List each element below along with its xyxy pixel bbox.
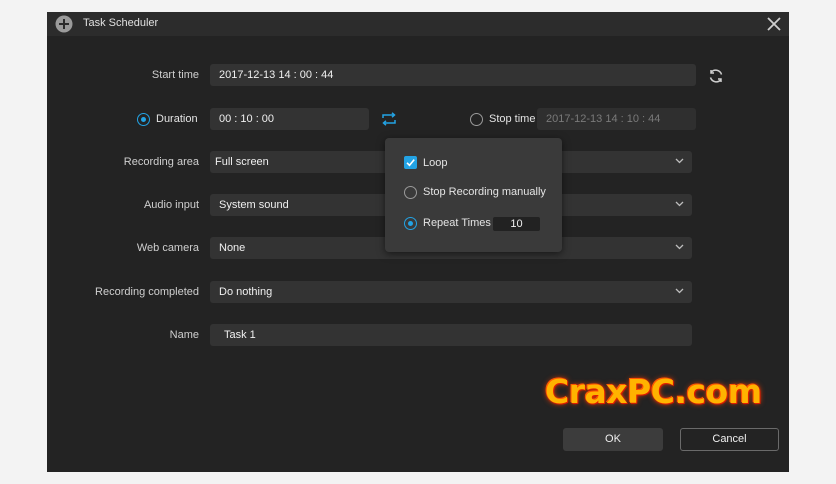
window-title: Task Scheduler <box>83 17 159 29</box>
recording-completed-value: Do nothing <box>219 286 273 298</box>
repeat-times-input[interactable]: 10 <box>493 217 540 231</box>
start-time-field[interactable]: 2017-12-13 14 : 00 : 44 <box>210 64 696 86</box>
web-camera-value: None <box>219 242 246 254</box>
audio-input-value: System sound <box>219 199 289 211</box>
loop-icon[interactable] <box>380 111 398 127</box>
start-time-label: Start time <box>151 69 199 81</box>
stop-manually-radio[interactable] <box>404 186 417 199</box>
duration-value: 00 : 10 : 00 <box>219 113 275 125</box>
recording-completed-label: Recording completed <box>95 286 199 298</box>
checkmark-icon <box>406 159 415 167</box>
loop-options-popup: Loop Stop Recording manually Repeat Time… <box>385 138 562 252</box>
plus-circle-icon <box>55 15 73 33</box>
name-label: Name <box>169 329 199 341</box>
repeat-times-radio[interactable] <box>404 217 417 230</box>
name-field[interactable]: Task 1 <box>210 324 692 346</box>
duration-radio[interactable] <box>137 113 150 126</box>
title-bar: Task Scheduler <box>47 12 789 36</box>
recording-area-label: Recording area <box>123 156 199 168</box>
web-camera-label: Web camera <box>136 242 199 254</box>
stop-time-field[interactable]: 2017-12-13 14 : 10 : 44 <box>537 108 696 130</box>
stop-time-radio[interactable] <box>470 113 483 126</box>
stop-time-value: 2017-12-13 14 : 10 : 44 <box>546 113 661 125</box>
watermark-text: CraxPC.com <box>545 372 762 411</box>
loop-label: Loop <box>423 157 448 169</box>
duration-field[interactable]: 00 : 10 : 00 <box>210 108 369 130</box>
recording-completed-select[interactable]: Do nothing <box>210 281 692 303</box>
chevron-down-icon <box>675 288 684 294</box>
start-time-value: 2017-12-13 14 : 00 : 44 <box>219 69 334 81</box>
duration-label: Duration <box>156 113 198 125</box>
stop-manually-label: Stop Recording manually <box>423 186 546 198</box>
stop-time-label: Stop time <box>489 113 536 125</box>
repeat-times-label: Repeat Times <box>423 217 491 229</box>
chevron-down-icon <box>675 244 684 250</box>
close-icon[interactable] <box>765 15 783 33</box>
refresh-icon[interactable] <box>708 68 724 84</box>
chevron-down-icon <box>675 201 684 207</box>
cancel-button[interactable]: Cancel <box>680 428 779 451</box>
chevron-down-icon <box>675 158 684 164</box>
loop-checkbox[interactable] <box>404 156 417 169</box>
repeat-times-value: 10 <box>510 218 523 230</box>
ok-button[interactable]: OK <box>563 428 663 451</box>
name-value: Task 1 <box>224 329 256 341</box>
audio-input-label: Audio input <box>143 199 199 211</box>
recording-area-value: Full screen <box>215 156 269 168</box>
